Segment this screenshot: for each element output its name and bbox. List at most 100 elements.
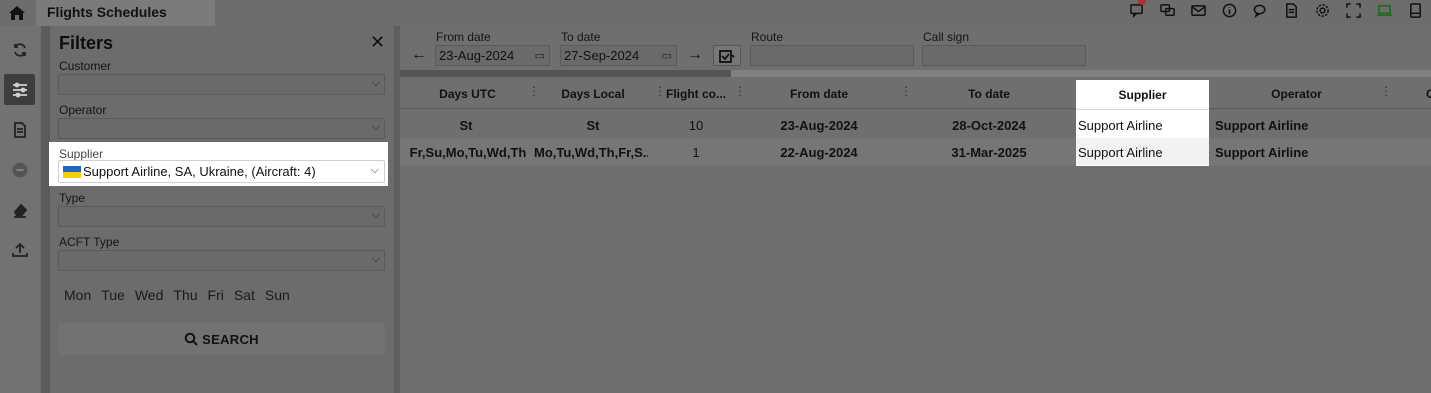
- supplier-select-value: Support Airline, SA, Ukraine, (Aircraft:…: [83, 164, 316, 179]
- customer-label: Customer: [59, 59, 112, 73]
- call-sign-label: Call sign: [923, 30, 970, 44]
- conversations-icon[interactable]: [1156, 0, 1179, 20]
- cell-from-date: 22-Aug-2024: [780, 145, 858, 160]
- calendar-check-button[interactable]: [713, 45, 741, 66]
- report-icon[interactable]: [1280, 0, 1303, 20]
- customer-select[interactable]: ⌵: [58, 74, 385, 95]
- calendar-check-icon: [719, 49, 735, 63]
- cell-supplier: Support Airline: [1078, 145, 1163, 160]
- mail-icon[interactable]: [1187, 0, 1210, 20]
- day-mon[interactable]: Mon: [59, 287, 96, 303]
- weekday-toggles: Mon Tue Wed Thu Fri Sat Sun: [59, 287, 295, 303]
- operator-label: Operator: [59, 103, 107, 117]
- next-arrow-icon[interactable]: →: [687, 46, 703, 64]
- chevron-down-icon: ⌵: [371, 253, 380, 265]
- day-thu[interactable]: Thu: [168, 287, 202, 303]
- cell-flight-count: 10: [688, 118, 704, 133]
- app-tab-flights-schedules[interactable]: Flights Schedules: [36, 0, 215, 26]
- from-date-label: From date: [436, 30, 491, 44]
- column-header-from-date[interactable]: From date: [736, 87, 902, 101]
- search-icon: [184, 332, 198, 346]
- scrollbar-thumb[interactable]: [400, 70, 731, 77]
- column-header-to-date[interactable]: To date: [902, 87, 1076, 101]
- filters-panel: Filters ✕ Customer ⌵ Operator ⌵ Type ⌵ A…: [50, 26, 394, 393]
- top-bar: Flights Schedules: [0, 0, 1431, 26]
- cell-from-date: 23-Aug-2024: [780, 118, 858, 133]
- supplier-filter-highlight: Supplier Support Airline, SA, Ukraine, (…: [49, 142, 388, 186]
- chat-notification-icon[interactable]: [1125, 0, 1148, 20]
- chevron-down-icon: ⌵: [371, 209, 380, 221]
- day-sun[interactable]: Sun: [260, 287, 295, 303]
- document-button[interactable]: [4, 114, 35, 145]
- from-date-input[interactable]: 23-Aug-2024 ▭: [435, 45, 550, 66]
- fullscreen-icon[interactable]: [1342, 0, 1365, 20]
- home-button[interactable]: [0, 0, 33, 26]
- cell-to-date: 31-Mar-2025: [951, 145, 1027, 160]
- calendar-icon[interactable]: ▭: [662, 49, 672, 62]
- grid-header: Days UTC ⋮ Days Local ⋮ Flight co... ⋮ F…: [400, 79, 1431, 109]
- horizontal-scrollbar[interactable]: [400, 70, 1431, 77]
- filters-title: Filters: [59, 33, 114, 53]
- clear-button[interactable]: [4, 194, 35, 225]
- prev-arrow-icon[interactable]: ←: [411, 46, 427, 64]
- table-row[interactable]: St St 10 23-Aug-2024 28-Oct-2024 Support…: [400, 111, 1431, 138]
- column-header-supplier[interactable]: Supplier: [1076, 80, 1209, 110]
- minus-circle-icon: [12, 162, 27, 177]
- remove-button[interactable]: [4, 154, 35, 185]
- chevron-down-icon: ⌵: [370, 164, 379, 176]
- to-date-value: 27-Sep-2024: [564, 48, 640, 63]
- cell-operator: Support Airline: [1215, 145, 1309, 160]
- tablet-icon[interactable]: [1404, 0, 1427, 20]
- cell-flight-count: 1: [692, 145, 700, 160]
- type-select[interactable]: ⌵: [58, 206, 385, 227]
- filter-sliders-icon: [12, 82, 27, 97]
- operator-select[interactable]: ⌵: [58, 118, 385, 139]
- column-resize-handle[interactable]: ⋮: [1380, 84, 1392, 98]
- left-rail: [0, 26, 39, 393]
- route-input[interactable]: [750, 45, 914, 66]
- day-tue[interactable]: Tue: [96, 287, 130, 303]
- column-header-flight-count[interactable]: Flight co...: [656, 87, 736, 101]
- refresh-button[interactable]: [4, 34, 35, 65]
- acft-type-label: ACFT Type: [59, 235, 120, 249]
- day-sat[interactable]: Sat: [229, 287, 260, 303]
- laptop-icon[interactable]: [1373, 0, 1396, 20]
- supplier-label: Supplier: [59, 147, 104, 161]
- column-header-next[interactable]: C: [1426, 87, 1431, 101]
- to-date-input[interactable]: 27-Sep-2024 ▭: [560, 45, 677, 66]
- top-toolbar-icons: [1125, 0, 1427, 20]
- search-button[interactable]: SEARCH: [58, 323, 385, 355]
- main-content: From date ← 23-Aug-2024 ▭ To date 27-Sep…: [400, 26, 1431, 393]
- cell-days-utc: St: [459, 118, 473, 133]
- day-wed[interactable]: Wed: [130, 287, 169, 303]
- table-row[interactable]: Fr,Su,Mo,Tu,Wd,Th Mo,Tu,Wd,Th,Fr,S... 1 …: [400, 138, 1431, 165]
- calendar-icon[interactable]: ▭: [535, 49, 545, 62]
- ukraine-flag-icon: [63, 166, 81, 178]
- day-fri[interactable]: Fri: [203, 287, 229, 303]
- cell-days-local: St: [586, 118, 600, 133]
- settings-gear-icon[interactable]: [1311, 0, 1334, 20]
- from-date-value: 23-Aug-2024: [439, 48, 515, 63]
- acft-type-select[interactable]: ⌵: [58, 250, 385, 271]
- column-header-days-utc[interactable]: Days UTC: [400, 87, 535, 101]
- column-header-days-local[interactable]: Days Local: [530, 87, 656, 101]
- comments-icon[interactable]: [1249, 0, 1272, 20]
- supplier-select[interactable]: Support Airline, SA, Ukraine, (Aircraft:…: [58, 160, 385, 183]
- info-icon[interactable]: [1218, 0, 1241, 20]
- document-icon: [13, 121, 26, 138]
- upload-button[interactable]: [4, 234, 35, 265]
- type-label: Type: [59, 191, 86, 205]
- cell-supplier: Support Airline: [1078, 118, 1163, 133]
- chevron-down-icon: ⌵: [371, 77, 380, 89]
- rail-separator: [41, 26, 50, 393]
- refresh-icon: [13, 42, 26, 57]
- cell-days-utc: Fr,Su,Mo,Tu,Wd,Th: [409, 145, 527, 160]
- chevron-down-icon: ⌵: [371, 121, 380, 133]
- call-sign-input[interactable]: [922, 45, 1086, 66]
- upload-icon: [11, 242, 28, 257]
- filters-toggle-button[interactable]: [4, 74, 35, 105]
- close-icon[interactable]: ✕: [370, 32, 385, 53]
- eraser-icon: [13, 203, 27, 218]
- column-header-operator[interactable]: Operator: [1209, 87, 1384, 101]
- route-label: Route: [751, 30, 784, 44]
